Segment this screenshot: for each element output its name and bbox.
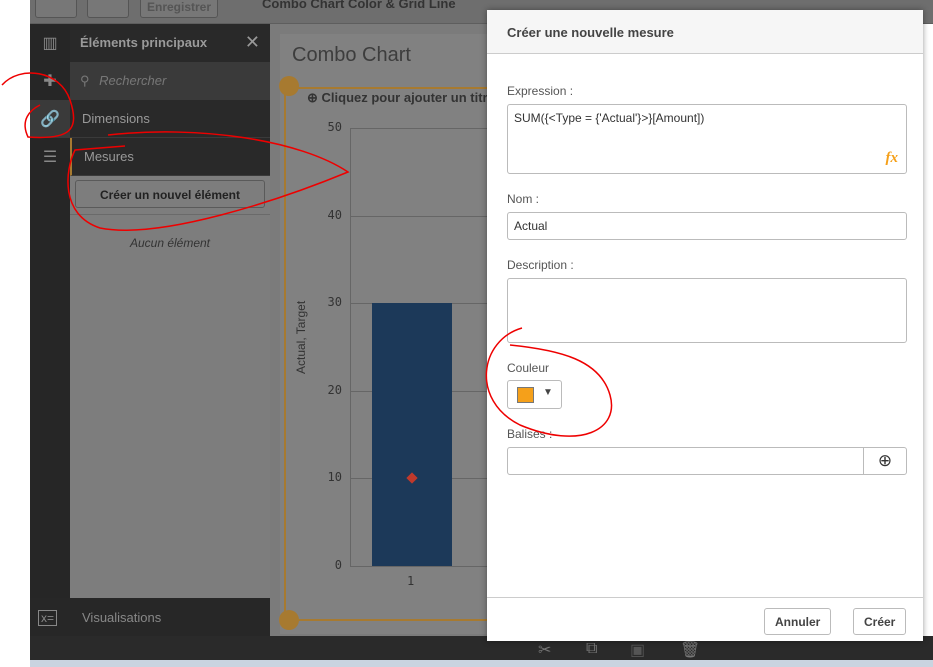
link-icon[interactable]: 🔗	[30, 100, 70, 138]
master-items-panel: Éléments principaux ✕ ⚲ Rechercher Dimen…	[70, 24, 270, 598]
asset-icon-bar: ▥ ✚ 🔗 ☰	[30, 24, 70, 598]
create-button[interactable]: Créer	[853, 608, 907, 635]
y-tick-label: 40	[327, 207, 342, 222]
visualisations-label: Visualisations	[82, 610, 162, 625]
bar-actual	[372, 303, 452, 566]
color-label: Couleur	[507, 361, 550, 375]
color-swatch	[517, 387, 534, 403]
trash-icon[interactable]: 🗑	[680, 640, 700, 660]
database-icon[interactable]: ☰	[30, 138, 70, 176]
variable-icon: x=	[38, 610, 58, 626]
chart-icon[interactable]: ▥	[30, 24, 70, 62]
chevron-down-icon: ▼	[543, 387, 553, 398]
search-input[interactable]: ⚲ Rechercher	[70, 62, 270, 100]
nav-dropdown-button[interactable]	[35, 0, 77, 18]
combo-chart-card[interactable]: Combo Chart ⊕ Cliquez pour ajouter un ti…	[279, 34, 495, 634]
copy-icon[interactable]: ⧉	[586, 640, 597, 658]
y-tick-label: 30	[327, 295, 342, 310]
y-tick-label: 10	[327, 470, 342, 485]
panel-item-measures[interactable]: Mesures	[70, 138, 270, 176]
description-input[interactable]	[507, 278, 907, 343]
tags-label: Balises :	[507, 427, 553, 441]
gridline	[350, 215, 487, 217]
close-icon[interactable]: ✕	[245, 32, 260, 53]
dialog-footer: Annuler Créer	[487, 597, 923, 641]
description-label: Description :	[507, 258, 574, 272]
puzzle-icon[interactable]: ✚	[30, 62, 70, 100]
name-label: Nom :	[507, 192, 540, 206]
paste-icon[interactable]: ▣	[630, 640, 645, 660]
expression-input[interactable]: SUM({<Type = {'Actual'}>}[Amount]) fx	[507, 104, 907, 174]
add-tag-button[interactable]: ⊕	[863, 447, 907, 475]
search-placeholder: Rechercher	[99, 73, 167, 88]
plot-area: 50 40 30 20 10 0 1	[280, 34, 487, 634]
cancel-button[interactable]: Annuler	[764, 608, 832, 635]
gridline	[350, 566, 487, 567]
fx-icon[interactable]: fx	[886, 150, 899, 167]
panel-item-dimensions[interactable]: Dimensions	[70, 100, 270, 138]
sheet-area: Combo Chart ⊕ Cliquez pour ajouter un ti…	[270, 24, 495, 636]
panel-title: Éléments principaux	[70, 24, 270, 62]
y-tick-label: 0	[334, 558, 342, 572]
tags-input[interactable]	[507, 447, 864, 475]
dialog-title: Créer une nouvelle mesure	[487, 10, 923, 54]
name-input[interactable]: Actual	[507, 212, 907, 240]
menu-dropdown-button[interactable]	[87, 0, 129, 18]
create-new-item-button[interactable]: Créer un nouvel élément	[75, 180, 265, 208]
gridline	[350, 128, 487, 129]
create-measure-dialog: Créer une nouvelle mesure Expression : S…	[487, 10, 923, 641]
expression-label: Expression :	[507, 84, 574, 98]
y-tick-label: 20	[327, 382, 342, 397]
color-picker[interactable]: ▼	[507, 380, 562, 409]
empty-message: Aucun élément	[129, 236, 211, 250]
save-button[interactable]: Enregistrer	[140, 0, 219, 18]
app-title: Combo Chart Color & Grid Line	[262, 0, 456, 11]
scissors-icon[interactable]: ✂	[538, 640, 551, 660]
divider	[70, 214, 270, 215]
search-icon: ⚲	[80, 73, 94, 88]
visualisations-row[interactable]: x= Visualisations	[30, 598, 270, 636]
expression-value: SUM({<Type = {'Actual'}>}[Amount])	[514, 111, 705, 125]
y-tick-label: 50	[327, 120, 342, 134]
os-taskbar	[30, 660, 933, 667]
x-tick-label: 1	[407, 574, 415, 588]
y-axis-line	[350, 128, 351, 566]
